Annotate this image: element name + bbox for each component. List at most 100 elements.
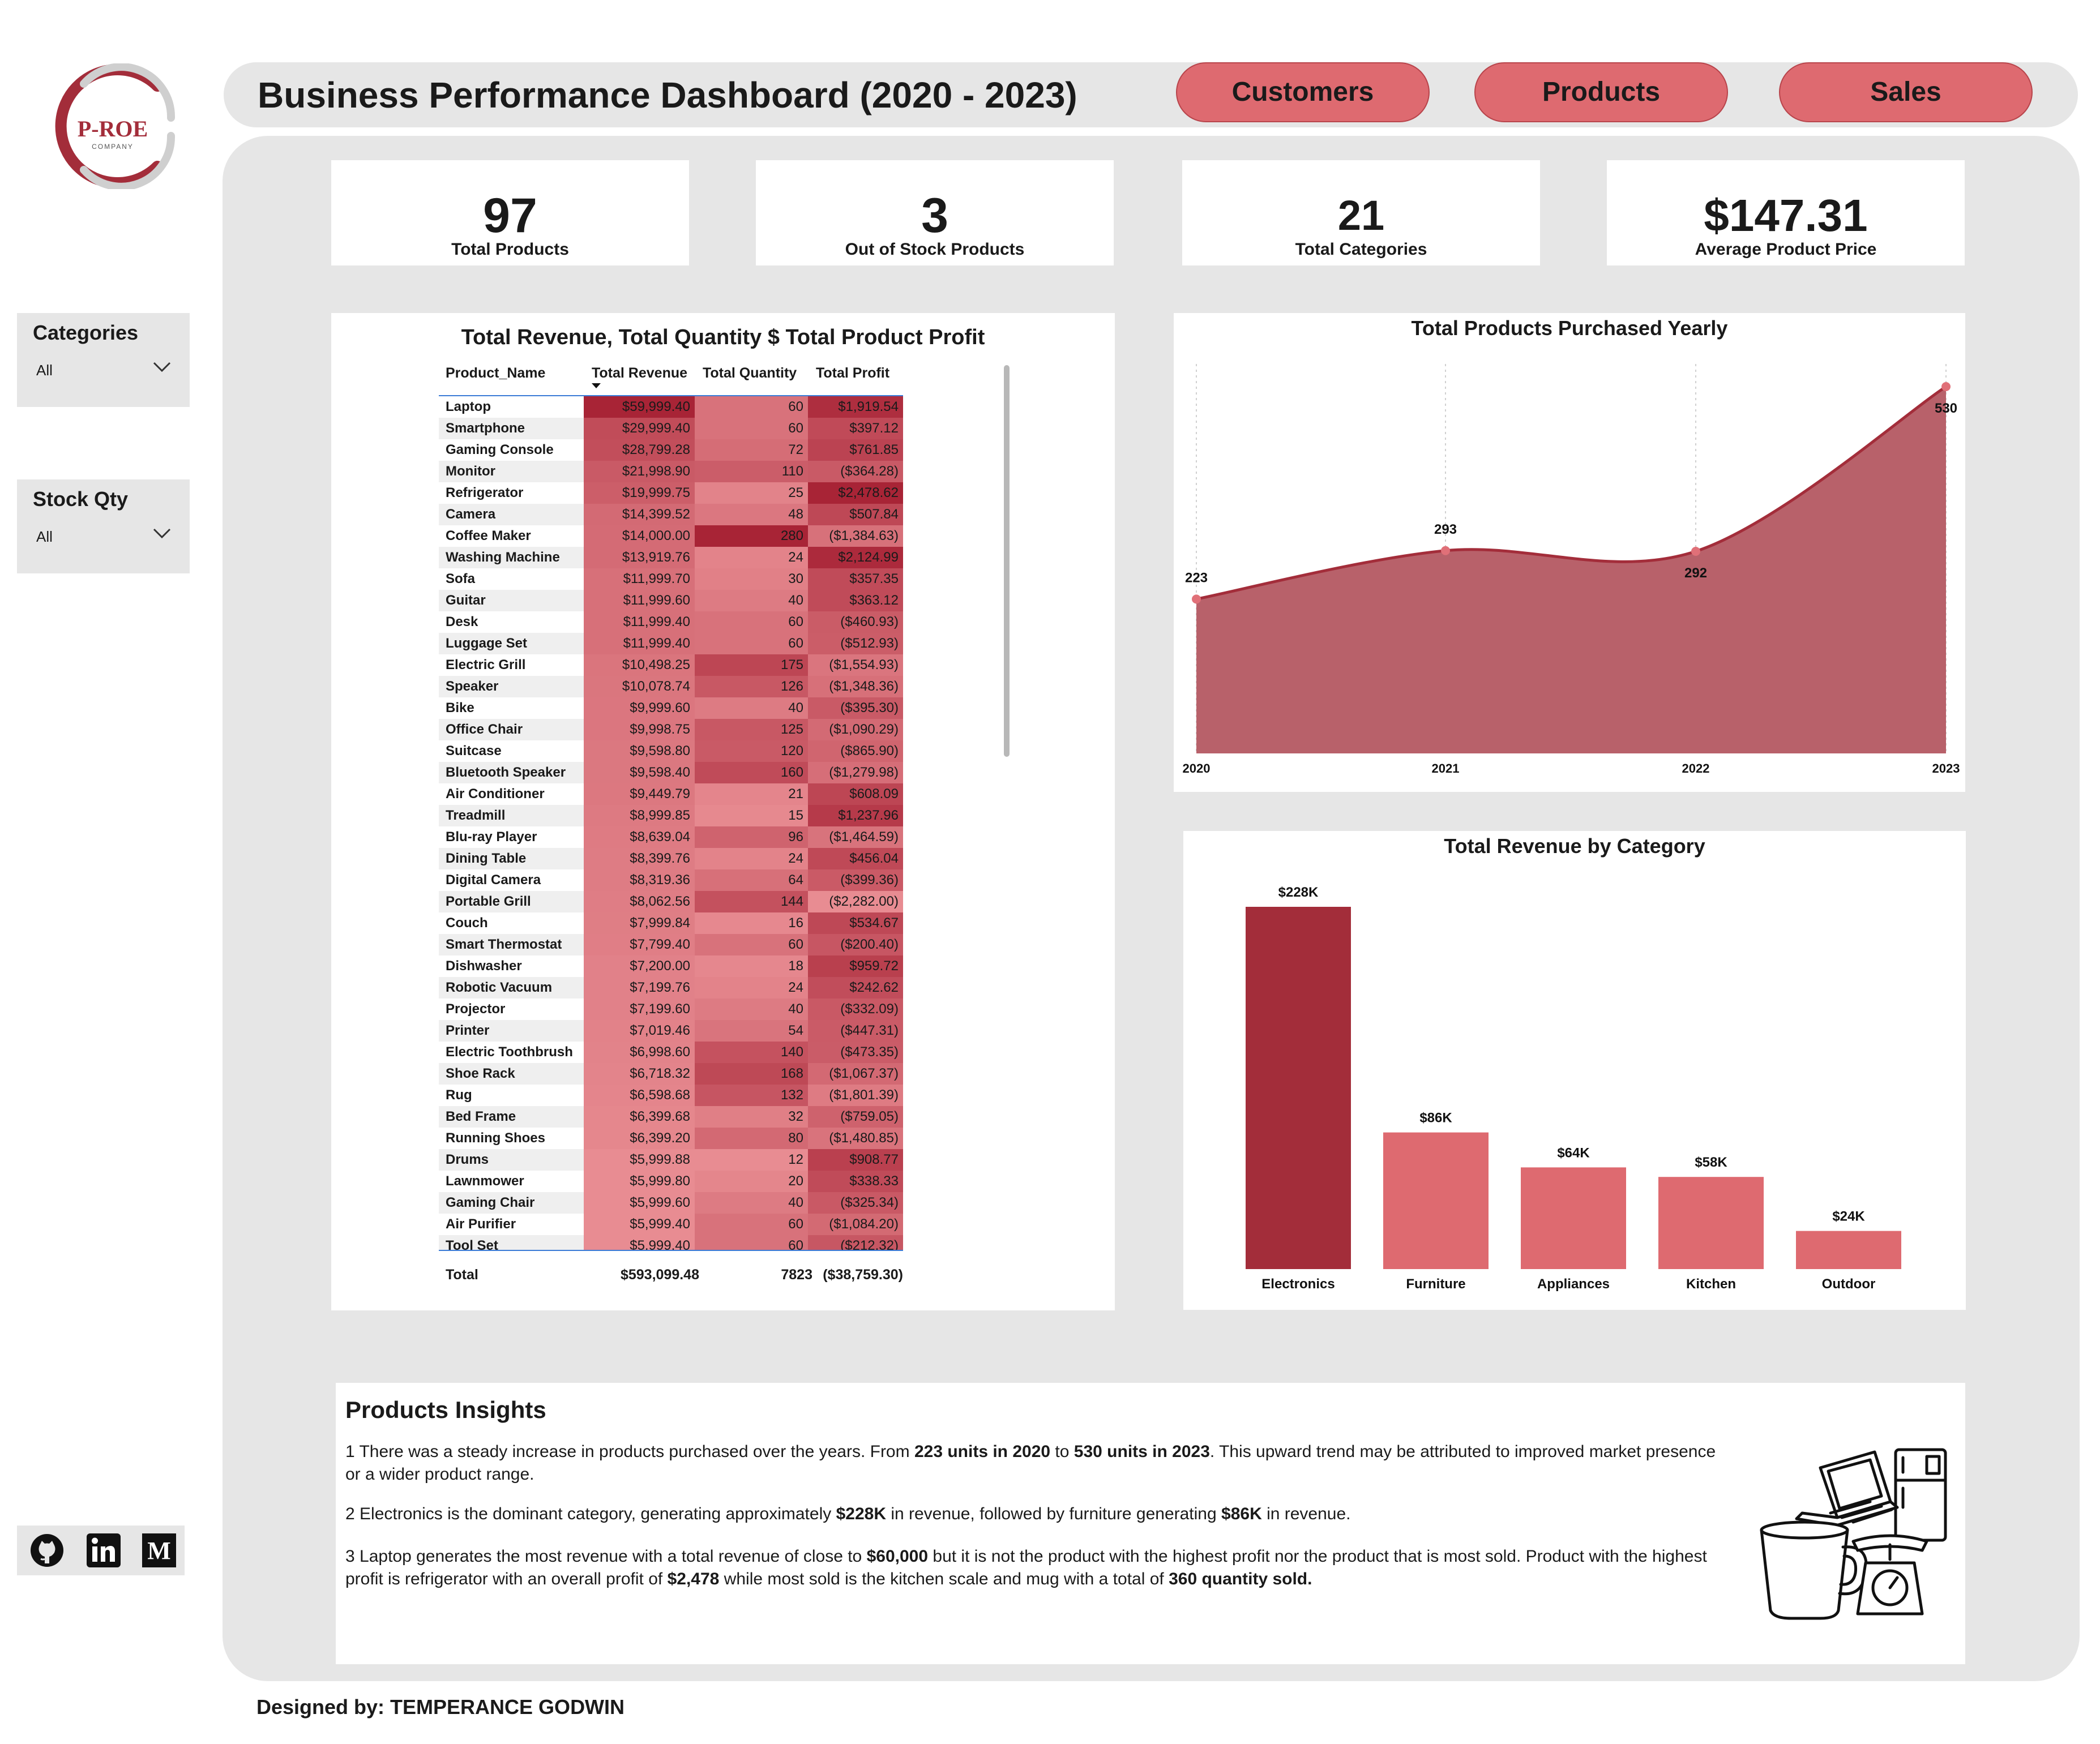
table-row[interactable]: Drums $5,999.88 12 $908.77 [439,1149,903,1171]
insight-text: $86K [1221,1505,1262,1523]
logo-sub: COMPANY [92,143,134,151]
table-row[interactable]: Refrigerator $19,999.75 25 $2,478.62 [439,482,903,504]
table-row[interactable]: Portable Grill $8,062.56 144 ($2,282.00) [439,891,903,912]
table-row[interactable]: Bed Frame $6,399.68 32 ($759.05) [439,1106,903,1128]
table-row[interactable]: Projector $7,199.60 40 ($332.09) [439,999,903,1020]
table-row[interactable]: Robotic Vacuum $7,199.76 24 $242.62 [439,977,903,999]
bar [1658,1177,1764,1269]
medium-icon[interactable]: M [140,1532,178,1569]
table-row[interactable]: Digital Camera $8,319.36 64 ($399.36) [439,869,903,891]
stock-qty-slicer[interactable]: Stock Qty All [17,479,190,573]
cell-product-name: Portable Grill [446,894,531,909]
cell-total-profit: $507.84 [808,504,903,525]
table-row[interactable]: Dishwasher $7,200.00 18 $959.72 [439,955,903,977]
insights-title: Products Insights [345,1396,546,1423]
insight-text: in revenue. [1261,1505,1351,1523]
table-row[interactable]: Coffee Maker $14,000.00 280 ($1,384.63) [439,525,903,547]
table-row[interactable]: Speaker $10,078.74 126 ($1,348.36) [439,676,903,697]
col-header-total-profit[interactable]: Total Profit [816,365,889,382]
cell-total-quantity: 20 [695,1171,808,1192]
table-row[interactable]: Running Shoes $6,399.20 80 ($1,480.85) [439,1128,903,1149]
nav-customers-button[interactable]: Customers [1176,62,1430,122]
table-row[interactable]: Sofa $11,999.70 30 $357.35 [439,568,903,590]
cell-total-profit: ($1,554.93) [808,654,903,676]
cell-product-name: Electric Grill [446,657,526,672]
table-body[interactable]: Laptop $59,999.40 60 $1,919.54 Smartphone $29… [439,395,903,1251]
table-row[interactable]: Luggage Set $11,999.40 60 ($512.93) [439,633,903,654]
linkedin-icon[interactable] [85,1532,122,1569]
col-header-product-name[interactable]: Product_Name [446,365,545,382]
cell-total-quantity: 40 [695,697,808,719]
cell-product-name: Speaker [446,679,499,694]
table-row[interactable]: Washing Machine $13,919.76 24 $2,124.99 [439,547,903,568]
cell-total-profit: ($325.34) [808,1192,903,1214]
table-row[interactable]: Printer $7,019.46 54 ($447.31) [439,1020,903,1042]
table-row[interactable]: Tool Set $5,999.40 60 ($212.32) [439,1235,903,1250]
cell-total-revenue: $59,999.40 [584,396,695,418]
cell-product-name: Electric Toothbrush [446,1044,573,1060]
table-row[interactable]: Suitcase $9,598.80 120 ($865.90) [439,740,903,762]
insight-text: $228K [836,1505,886,1523]
col-header-total-revenue[interactable]: Total Revenue [592,365,687,382]
slicer-title: Categories [33,321,139,344]
cell-total-revenue: $6,598.68 [584,1085,695,1106]
table-row[interactable]: Desk $11,999.40 60 ($460.93) [439,611,903,633]
table-title: Total Revenue, Total Quantity $ Total Pr… [461,325,985,349]
table-row[interactable]: Shoe Rack $6,718.32 168 ($1,067.37) [439,1063,903,1085]
cell-total-profit: ($395.30) [808,697,903,719]
table-row[interactable]: Office Chair $9,998.75 125 ($1,090.29) [439,719,903,740]
cell-product-name: Coffee Maker [446,528,531,543]
x-tick-label: 2023 [1932,761,1960,775]
sort-desc-icon[interactable] [592,383,601,389]
cell-product-name: Digital Camera [446,872,541,888]
table-row[interactable]: Air Purifier $5,999.40 60 ($1,084.20) [439,1214,903,1235]
cell-total-profit: $959.72 [808,955,903,977]
x-tick-label: 2022 [1682,761,1710,775]
table-row[interactable]: Smartphone $29,999.40 60 $397.12 [439,418,903,439]
table-row[interactable]: Rug $6,598.68 132 ($1,801.39) [439,1085,903,1106]
nav-products-button[interactable]: Products [1474,62,1728,122]
col-header-total-quantity[interactable]: Total Quantity [703,365,797,382]
table-row[interactable]: Gaming Chair $5,999.60 40 ($325.34) [439,1192,903,1214]
slicer-title: Stock Qty [33,487,129,511]
table-row[interactable]: Electric Toothbrush $6,998.60 140 ($473.35) [439,1042,903,1063]
cell-total-profit: $534.67 [808,912,903,934]
github-icon[interactable] [28,1532,66,1569]
nav-sales-button[interactable]: Sales [1779,62,2033,122]
table-row[interactable]: Bluetooth Speaker $9,598.40 160 ($1,279.98) [439,762,903,783]
cell-product-name: Couch [446,915,488,931]
cell-total-profit: ($447.31) [808,1020,903,1042]
cell-total-quantity: 24 [695,977,808,999]
categories-slicer[interactable]: Categories All [17,313,190,407]
table-row[interactable]: Lawnmower $5,999.80 20 $338.33 [439,1171,903,1192]
cell-total-profit: ($1,279.98) [808,762,903,783]
table-row[interactable]: Air Conditioner $9,449.79 21 $608.09 [439,783,903,805]
table-row[interactable]: Bike $9,999.60 40 ($395.30) [439,697,903,719]
table-row[interactable]: Gaming Console $28,799.28 72 $761.85 [439,439,903,461]
cell-product-name: Luggage Set [446,636,528,651]
cell-total-revenue: $9,999.60 [584,697,695,719]
kpi-value: 97 [483,188,537,243]
chevron-down-icon[interactable] [151,521,173,544]
table-row[interactable]: Blu-ray Player $8,639.04 96 ($1,464.59) [439,826,903,848]
table-scrollbar[interactable] [1004,365,1010,757]
cell-total-revenue: $8,999.85 [584,805,695,826]
cell-total-revenue: $7,019.46 [584,1020,695,1042]
table-row[interactable]: Guitar $11,999.60 40 $363.12 [439,590,903,611]
table-row[interactable]: Electric Grill $10,498.25 175 ($1,554.93) [439,654,903,676]
cell-total-quantity: 60 [695,396,808,418]
cell-total-quantity: 21 [695,783,808,805]
table-row[interactable]: Laptop $59,999.40 60 $1,919.54 [439,396,903,418]
cell-total-quantity: 80 [695,1128,808,1149]
cell-product-name: Monitor [446,464,495,479]
table-row[interactable]: Treadmill $8,999.85 15 $1,237.96 [439,805,903,826]
table-row[interactable]: Camera $14,399.52 48 $507.84 [439,504,903,525]
table-row[interactable]: Couch $7,999.84 16 $534.67 [439,912,903,934]
table-row[interactable]: Smart Thermostat $7,799.40 60 ($200.40) [439,934,903,955]
table-row[interactable]: Monitor $21,998.90 110 ($364.28) [439,461,903,482]
kpi-value: 3 [921,188,948,243]
chevron-down-icon[interactable] [151,355,173,378]
cell-product-name: Office Chair [446,722,523,737]
cell-total-profit: ($473.35) [808,1042,903,1063]
table-row[interactable]: Dining Table $8,399.76 24 $456.04 [439,848,903,869]
